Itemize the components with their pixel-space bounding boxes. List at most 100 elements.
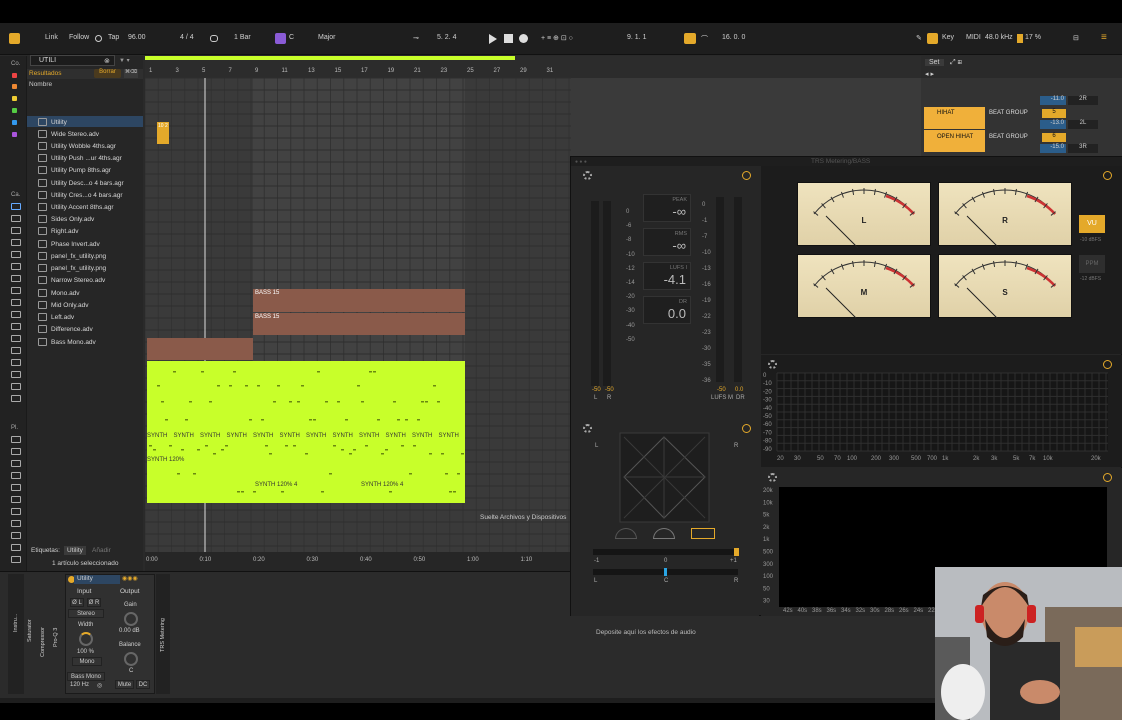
place-folder-5-icon[interactable] (11, 544, 21, 551)
set-button[interactable]: Set (925, 59, 944, 66)
bar-number[interactable]: 17 (361, 68, 368, 74)
track-open-hihat-vol[interactable]: -15.0 (1040, 144, 1066, 153)
browser-item[interactable]: Left.adv (38, 311, 74, 323)
browser-item[interactable]: Phase Invert.adv (38, 238, 100, 250)
category-clips-icon[interactable] (11, 311, 21, 318)
time-signature-field[interactable]: 4 / 4 (180, 34, 194, 41)
clear-search-icon[interactable]: ⊗ (104, 57, 110, 65)
synth-clip-label[interactable]: SYNTH (386, 433, 406, 439)
master-vol[interactable]: -11.0 (1040, 96, 1066, 105)
bar-number[interactable]: 19 (388, 68, 395, 74)
scale-dropdown[interactable]: Major (318, 34, 336, 41)
synth-clip-label[interactable]: SYNTH (280, 433, 300, 439)
dc-toggle[interactable]: DC (136, 680, 150, 689)
synth-clip-label[interactable]: SYNTH (200, 433, 220, 439)
browser-item[interactable]: Utility (38, 116, 67, 128)
settings-icon[interactable]: ⊟ (1073, 34, 1079, 42)
bar-number[interactable]: 25 (467, 68, 474, 74)
channel-mode-dropdown[interactable]: Stereo (68, 609, 104, 618)
browser-item[interactable]: Bass Mono.adv (38, 336, 96, 348)
clip-synth-120-4a[interactable]: SYNTH 120% 4 (255, 482, 297, 488)
track-hihat-num[interactable]: 5 (1042, 109, 1066, 118)
track-hihat-vol[interactable]: -13.0 (1040, 120, 1066, 129)
collection-purple[interactable] (12, 132, 17, 137)
category-plugins-icon[interactable] (11, 299, 21, 306)
browser-item[interactable]: panel_fx_utility.png (38, 250, 106, 262)
bar-number[interactable]: 1 (149, 68, 152, 74)
bar-number[interactable]: 15 (335, 68, 342, 74)
category-sounds-icon[interactable] (11, 215, 21, 222)
collection-green[interactable] (12, 108, 17, 113)
hamburger-icon[interactable]: ≡ (1101, 32, 1107, 43)
browser-item[interactable]: Difference.adv (38, 323, 93, 335)
browser-item[interactable]: Utility Pump 8ths.agr (38, 164, 111, 176)
bass-mono-freq[interactable]: 120 Hz (70, 682, 89, 688)
bar-number[interactable]: 27 (494, 68, 501, 74)
synth-clip-label[interactable]: SYNTH (253, 433, 273, 439)
follow-button[interactable]: Follow (69, 34, 89, 41)
synth-clip-label[interactable]: SYNTH (174, 433, 194, 439)
midi-map-button[interactable]: MIDI (966, 34, 981, 41)
tempo-field[interactable]: 96.00 (128, 34, 146, 41)
browser-item[interactable]: Right.adv (38, 225, 78, 237)
clip-synth-120-4b[interactable]: SYNTH 120% 4 (361, 482, 403, 488)
synth-clip-label[interactable]: SYNTH (306, 433, 326, 439)
category-max-icon[interactable] (11, 287, 21, 294)
follow-arrow-icon[interactable] (95, 35, 102, 42)
browser-item[interactable]: Mid Only.adv (38, 299, 88, 311)
headphones-icon[interactable]: ◎ (97, 682, 102, 689)
tap-button[interactable]: Tap (108, 34, 119, 41)
category-tunings-icon[interactable] (11, 347, 21, 354)
quantize-dropdown[interactable]: 1 Bar (234, 34, 251, 41)
scale-mode-icon[interactable] (275, 33, 286, 44)
follow-icon[interactable]: ⊸ (413, 34, 419, 42)
balance-knob[interactable] (124, 652, 138, 666)
tag-chip[interactable]: Utility (64, 546, 86, 555)
gonio-mode-3-icon[interactable] (691, 528, 715, 539)
bar-number[interactable]: 5 (202, 68, 205, 74)
chain-device-instrument[interactable]: Instru... (13, 614, 19, 632)
vu-power-icon[interactable] (1103, 171, 1112, 180)
synth-clip-label[interactable]: SYNTH (227, 433, 247, 439)
bar-number[interactable]: 13 (308, 68, 315, 74)
add-tag-button[interactable]: Añadir (92, 547, 111, 554)
clip-synth-120[interactable]: SYNTH 120% (147, 457, 184, 463)
category-midi-effects-icon[interactable] (11, 263, 21, 270)
loop-length-field[interactable]: 16. 0. 0 (722, 34, 745, 41)
key-root-dropdown[interactable]: C (289, 34, 294, 41)
synth-clip-label[interactable]: SYNTH (359, 433, 379, 439)
goniometer-power-icon[interactable] (742, 424, 751, 433)
clear-results-button[interactable]: Borrar (94, 69, 121, 78)
place-push-icon[interactable] (11, 460, 21, 467)
browser-item[interactable]: Utility Cres...o 4 bars.agr (38, 189, 123, 201)
browser-item[interactable]: Utility Desc...o 4 bars.agr (38, 177, 124, 189)
overdub-icon[interactable]: + ≡ ⊕ ⊡ ○ (541, 34, 573, 42)
clip-bass-2[interactable]: BASS 15 (253, 313, 465, 335)
category-modulators-icon[interactable] (11, 275, 21, 282)
track-open-hihat-route[interactable]: BEAT GROUP (989, 134, 1028, 140)
gain-value[interactable]: 0.00 dB (119, 628, 140, 634)
chain-device-proq3[interactable]: Pro-Q 3 (53, 628, 59, 647)
filter-icon[interactable]: ▼ ▾ (119, 57, 130, 64)
key-map-button[interactable]: Key (942, 34, 954, 41)
browser-item[interactable]: Mono.adv (38, 287, 80, 299)
place-folder-6-icon[interactable] (11, 556, 21, 563)
device-header-icons[interactable]: ◉◉◉ (122, 575, 138, 582)
clip-bass-short[interactable] (147, 338, 253, 360)
mixer-nav-icon[interactable]: ⤢ ⊞ (950, 59, 962, 67)
track-open-hihat-num[interactable]: 6 (1042, 133, 1066, 142)
chain-device-compressor[interactable]: Compressor (40, 627, 46, 657)
phase-invert-right[interactable]: Ø R (87, 598, 101, 607)
browser-item[interactable]: Utility Push ...ur 4ths.agr (38, 152, 122, 164)
category-drums-icon[interactable] (11, 227, 21, 234)
link-button[interactable]: Link (45, 34, 58, 41)
bass-mono-toggle[interactable]: Bass Mono (67, 672, 105, 681)
synth-clip-label[interactable]: SYNTH (147, 433, 167, 439)
category-grooves-icon[interactable] (11, 335, 21, 342)
category-instruments-icon[interactable] (11, 239, 21, 246)
loop-switch-icon[interactable] (684, 33, 696, 44)
place-folder-4-icon[interactable] (11, 532, 21, 539)
clip-synth-block[interactable] (147, 361, 465, 503)
play-button[interactable] (489, 34, 497, 44)
chain-device-saturator[interactable]: Saturator (27, 619, 33, 642)
